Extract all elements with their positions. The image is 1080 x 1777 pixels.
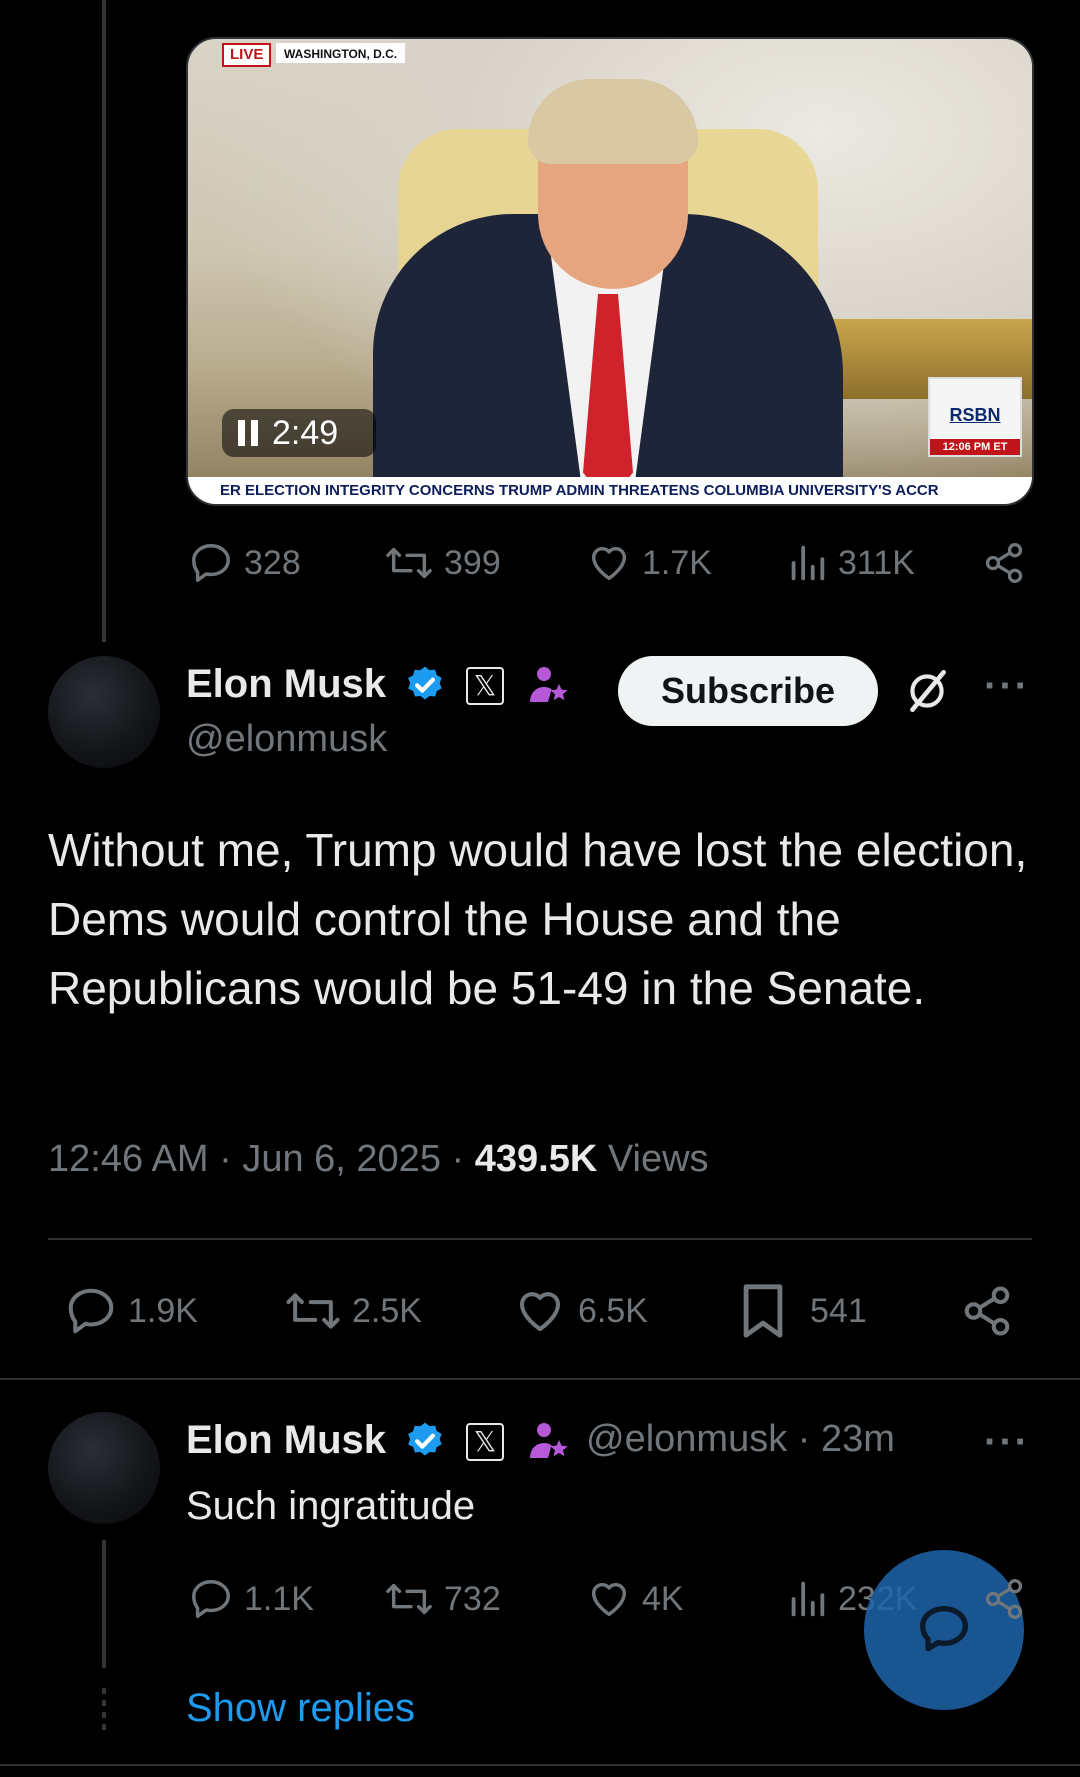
like-count: 1.7K (642, 543, 712, 582)
play-pause-control[interactable]: 2:49 (222, 409, 376, 457)
reply-icon (192, 544, 230, 582)
like-button[interactable]: 4K (586, 1576, 684, 1622)
views-label: Views (607, 1138, 709, 1180)
location-badge: WASHINGTON, D.C. (276, 43, 406, 63)
like-icon (591, 546, 627, 581)
divider (0, 1378, 1080, 1380)
news-ticker: ER ELECTION INTEGRITY CONCERNS TRUMP ADM… (188, 477, 1032, 504)
reply-count: 328 (244, 543, 301, 582)
views-icon (791, 1581, 825, 1617)
repost-count: 2.5K (352, 1291, 422, 1330)
x-badge-icon: 𝕏 (466, 1423, 504, 1461)
reply-button[interactable]: 1.9K (64, 1284, 198, 1338)
tweet-meta: 12:46 AM · Jun 6, 2025 · 439.5K Views (48, 1138, 709, 1181)
bookmark-count: 541 (810, 1291, 867, 1330)
thread-line-top (102, 0, 106, 642)
like-count: 6.5K (578, 1291, 648, 1330)
repost-icon (286, 1293, 340, 1329)
repost-button[interactable]: 732 (384, 1576, 501, 1622)
views-total: 439.5K (474, 1138, 598, 1180)
thread-line-reply (102, 1540, 106, 1668)
bookmark-button[interactable]: 541 (738, 1282, 867, 1340)
share-button[interactable] (960, 1284, 1014, 1338)
video-person-hair (528, 79, 698, 164)
like-icon (591, 1582, 627, 1617)
reply-handle-line[interactable]: @elonmusk · 23m (586, 1418, 895, 1461)
verified-icon (408, 1422, 442, 1456)
reply-age[interactable]: 23m (821, 1418, 895, 1460)
pause-icon (238, 420, 258, 446)
grok-icon[interactable] (902, 666, 952, 716)
share-icon (985, 543, 1023, 583)
repost-icon (386, 1583, 432, 1615)
compose-button[interactable] (864, 1550, 1024, 1710)
video-player[interactable]: LIVE WASHINGTON, D.C. 2:49 RSBN 12:06 PM… (186, 37, 1034, 506)
reply-button[interactable]: 1.1K (188, 1576, 314, 1622)
verified-icon (408, 666, 442, 700)
more-icon[interactable]: ··· (984, 1420, 1030, 1465)
more-icon[interactable]: ··· (984, 664, 1030, 709)
bookmark-icon (743, 1284, 783, 1338)
show-replies-link[interactable]: Show replies (186, 1686, 415, 1731)
avatar[interactable] (48, 656, 160, 768)
views-icon (791, 545, 825, 581)
meta-separator: · (451, 1138, 475, 1180)
meta-separator: · (797, 1418, 821, 1460)
repost-icon (386, 547, 432, 579)
video-duration: 2:49 (272, 413, 339, 452)
repost-button[interactable]: 2.5K (284, 1284, 422, 1338)
network-logo-text: RSBN (949, 405, 1001, 425)
tweet-text: Without me, Trump would have lost the el… (48, 824, 1028, 1014)
share-button[interactable] (982, 540, 1026, 586)
affiliate-icon (530, 1423, 568, 1458)
meta-separator: · (219, 1138, 243, 1180)
repost-count: 399 (444, 543, 501, 582)
author-name[interactable]: Elon Musk (186, 662, 386, 707)
like-count: 4K (642, 1579, 684, 1618)
divider (48, 1238, 1032, 1240)
live-badge: LIVE (222, 43, 272, 67)
reply-author-name[interactable]: Elon Musk (186, 1418, 386, 1463)
reply-count: 1.1K (244, 1579, 314, 1618)
reply-author-handle[interactable]: @elonmusk (586, 1418, 787, 1460)
views-button[interactable]: 311K (786, 540, 915, 586)
tweet-time[interactable]: 12:46 AM (48, 1138, 209, 1180)
author-handle[interactable]: @elonmusk (186, 718, 387, 761)
reply-text: Such ingratitude (186, 1484, 476, 1528)
tweet-date[interactable]: Jun 6, 2025 (242, 1138, 441, 1180)
x-badge-icon: 𝕏 (466, 667, 504, 705)
share-button[interactable] (982, 1576, 1026, 1622)
share-icon (964, 1286, 1010, 1336)
reply-button[interactable]: 328 (188, 540, 301, 586)
reply-icon (68, 1288, 114, 1334)
reply-icon (192, 1580, 230, 1618)
affiliate-icon (530, 667, 568, 702)
thread-dots (102, 1688, 106, 1736)
divider (0, 1764, 1080, 1766)
like-button[interactable]: 6.5K (512, 1284, 648, 1338)
reply-count: 1.9K (128, 1291, 198, 1330)
network-logo: RSBN 12:06 PM ET (928, 377, 1022, 457)
share-icon (985, 1579, 1023, 1619)
like-button[interactable]: 1.7K (586, 540, 712, 586)
repost-button[interactable]: 399 (384, 540, 501, 586)
views-count: 311K (838, 543, 915, 582)
like-icon (519, 1292, 561, 1332)
subscribe-button[interactable]: Subscribe (618, 656, 878, 726)
network-time: 12:06 PM ET (930, 439, 1020, 455)
compose-icon (920, 1606, 968, 1652)
repost-count: 732 (444, 1579, 501, 1618)
reply-avatar[interactable] (48, 1412, 160, 1524)
